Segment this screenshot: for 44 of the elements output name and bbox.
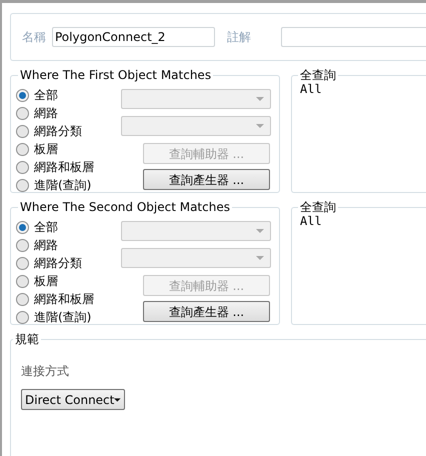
caret-icon — [256, 97, 264, 101]
comment-field[interactable] — [281, 27, 426, 47]
radio-label: 進階(查詢) — [34, 309, 92, 326]
radio-label: 網路分類 — [34, 123, 82, 140]
name-field[interactable]: PolygonConnect_2 — [52, 27, 215, 47]
radio-label: 網路 — [34, 105, 58, 122]
query-button[interactable]: 查詢產生器 ... — [143, 169, 270, 190]
group-title: Where The Second Object Matches — [19, 199, 231, 216]
radio-button[interactable] — [16, 106, 29, 120]
radio-label: 板層 — [34, 273, 58, 290]
radio-button[interactable] — [16, 88, 29, 102]
radio-button[interactable] — [16, 310, 29, 324]
caret-icon — [114, 398, 121, 402]
radio-label: 板層 — [34, 141, 58, 158]
radio-label: 網路 — [34, 237, 58, 254]
caret-icon — [256, 256, 264, 260]
radio-label: 全部 — [34, 219, 58, 236]
caret-icon — [256, 124, 264, 128]
radio-button[interactable] — [16, 124, 29, 138]
radio-label: 進階(查詢) — [34, 177, 92, 194]
rule-title: 規範 — [14, 331, 40, 348]
radio-label: 網路和板層 — [34, 159, 94, 176]
connect-dropdown[interactable]: Direct Connect — [21, 389, 125, 410]
query-button[interactable]: 查詢產生器 ... — [143, 301, 270, 322]
group-title: Where The First Object Matches — [19, 67, 212, 84]
name-label: 名稱 — [22, 29, 46, 46]
radio-label: 全部 — [34, 87, 58, 104]
query-text: All — [300, 82, 323, 96]
radio-button[interactable] — [16, 142, 29, 156]
radio-button[interactable] — [16, 256, 29, 270]
query-text: All — [300, 214, 323, 228]
radio-button[interactable] — [16, 178, 29, 192]
radio-button[interactable] — [16, 160, 29, 174]
radio-button[interactable] — [16, 274, 29, 288]
query-title: 全查詢 — [299, 67, 337, 84]
comment-label: 註解 — [227, 29, 251, 46]
radio-button[interactable] — [16, 220, 29, 234]
radio-label: 網路和板層 — [34, 291, 94, 308]
radio-label: 網路分類 — [34, 255, 82, 272]
query-title: 全查詢 — [299, 199, 337, 216]
caret-icon — [256, 229, 264, 233]
connect-label: 連接方式 — [21, 363, 70, 380]
radio-button[interactable] — [16, 238, 29, 252]
radio-button[interactable] — [16, 292, 29, 306]
